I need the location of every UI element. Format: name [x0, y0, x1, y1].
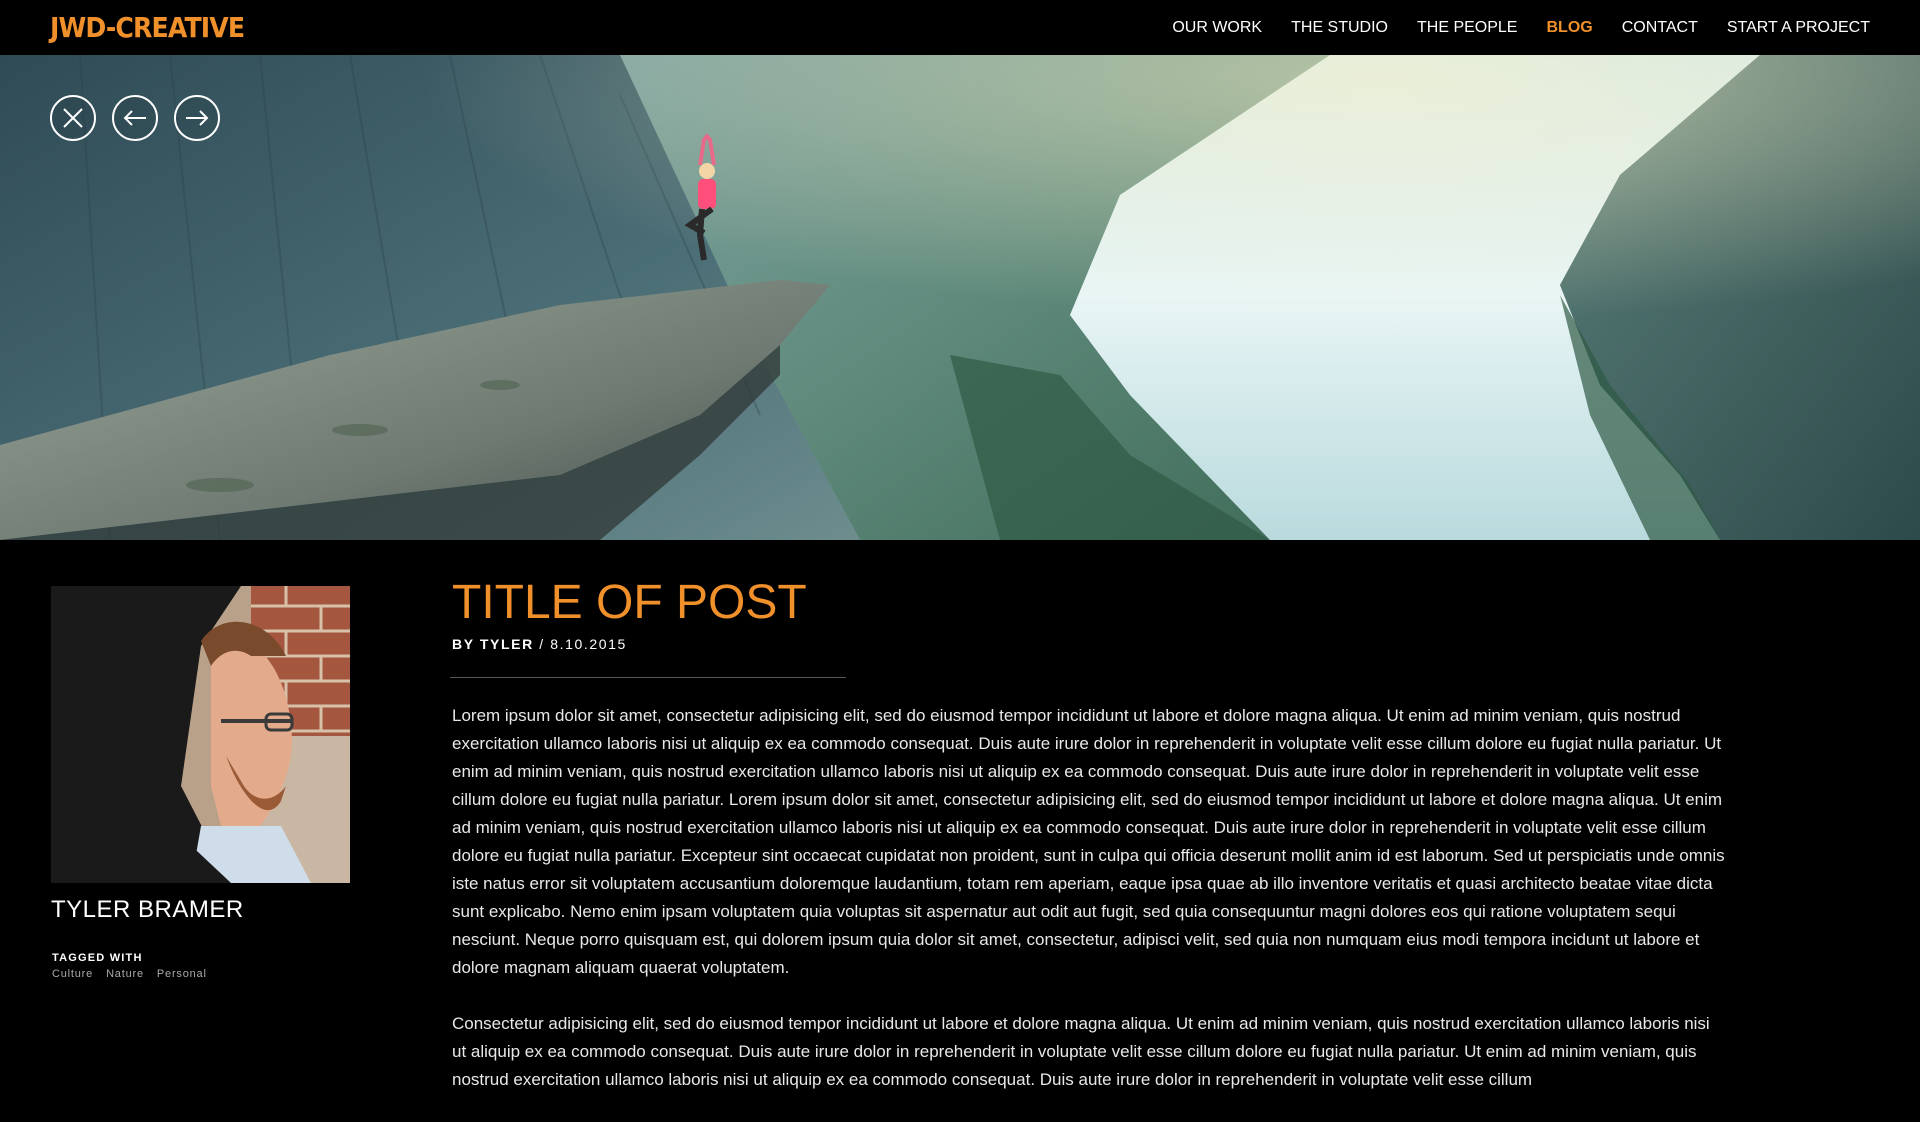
tag-nature[interactable]: Nature	[106, 968, 144, 980]
nav-our-work[interactable]: OUR WORK	[1172, 19, 1262, 37]
nav-start-a-project[interactable]: START A PROJECT	[1727, 19, 1870, 37]
main-nav: OUR WORK THE STUDIO THE PEOPLE BLOG CONT…	[1172, 19, 1870, 37]
hero-landscape-image	[0, 55, 1920, 540]
site-logo[interactable]: JWD-CREATIVE	[50, 11, 245, 44]
post-title: TITLE OF POST	[452, 576, 807, 629]
title-divider	[450, 677, 846, 678]
nav-contact[interactable]: CONTACT	[1622, 19, 1698, 37]
nav-the-studio[interactable]: THE STUDIO	[1291, 19, 1388, 37]
previous-button[interactable]	[112, 95, 158, 141]
close-icon	[63, 108, 83, 128]
post-body: Lorem ipsum dolor sit amet, consectetur …	[452, 702, 1728, 1122]
hero-banner	[0, 55, 1920, 540]
tag-culture[interactable]: Culture	[52, 968, 93, 980]
arrow-right-icon	[186, 110, 209, 126]
post-paragraph: Consectetur adipisicing elit, sed do eiu…	[452, 1014, 1710, 1089]
byline-author[interactable]: BY TYLER	[452, 636, 534, 652]
arrow-left-icon	[123, 110, 146, 126]
post-byline: BY TYLER / 8.10.2015	[452, 636, 627, 652]
author-avatar	[51, 586, 350, 883]
author-name[interactable]: TYLER BRAMER	[51, 896, 244, 924]
hero-controls	[50, 95, 220, 141]
tag-personal[interactable]: Personal	[157, 968, 207, 980]
nav-the-people[interactable]: THE PEOPLE	[1417, 19, 1517, 37]
close-button[interactable]	[50, 95, 96, 141]
nav-blog[interactable]: BLOG	[1546, 19, 1592, 37]
post-paragraph: Lorem ipsum dolor sit amet, consectetur …	[452, 706, 1725, 977]
author-photo	[51, 586, 350, 883]
tagged-with-label: TAGGED WITH	[52, 952, 143, 964]
post-date: 8.10.2015	[550, 636, 627, 652]
tag-list: Culture Nature Personal	[52, 968, 207, 980]
byline-separator: /	[533, 636, 551, 652]
next-button[interactable]	[174, 95, 220, 141]
top-navbar: JWD-CREATIVE OUR WORK THE STUDIO THE PEO…	[0, 0, 1920, 55]
